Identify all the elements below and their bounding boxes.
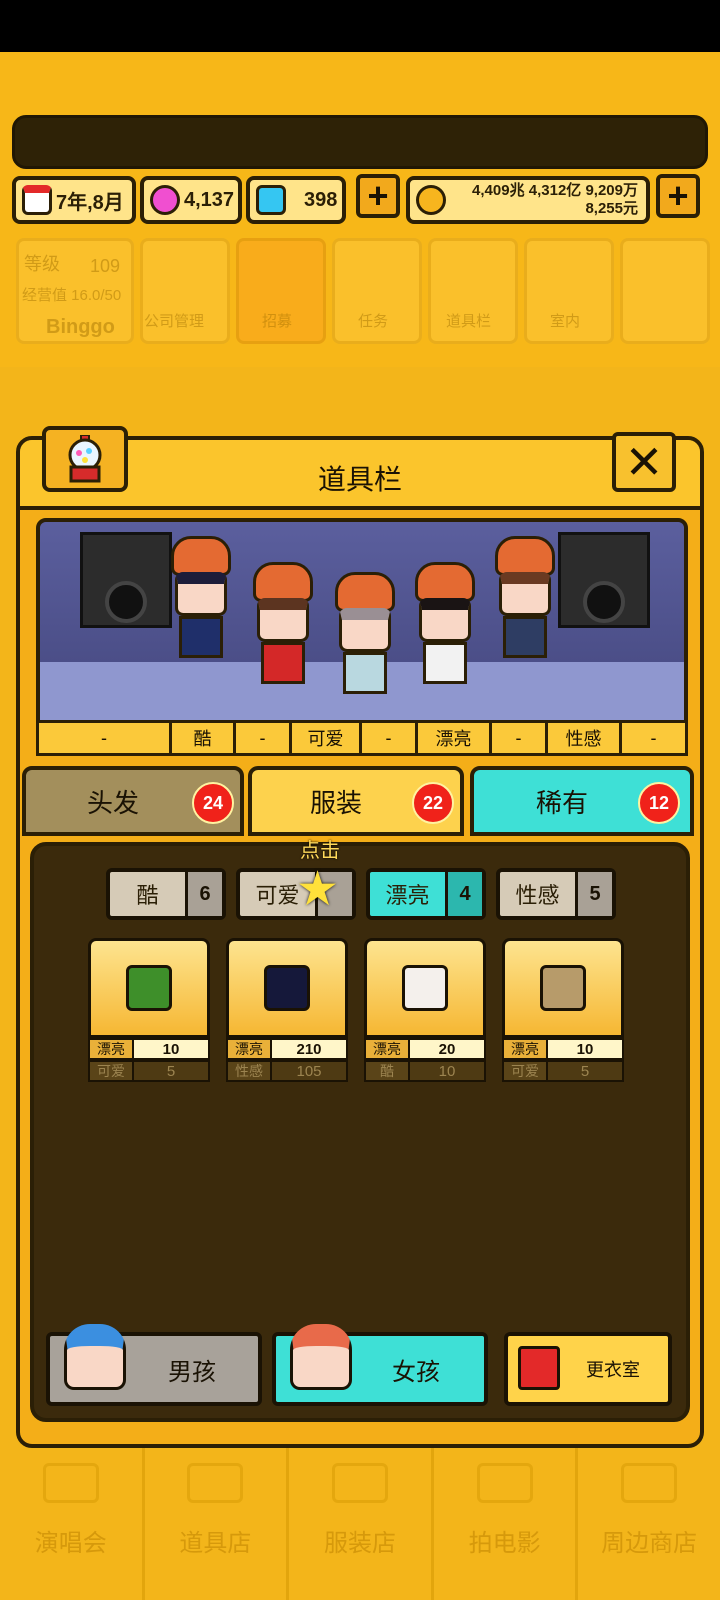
blue-gem-icon <box>256 185 286 215</box>
menu-company-label: 公司管理 <box>144 313 205 330</box>
player-name: Binggo <box>46 316 115 338</box>
concert-icon <box>42 1463 99 1503</box>
date-display: 7年,8月 <box>12 176 136 224</box>
close-button[interactable]: ✕ <box>612 432 676 492</box>
stage-stats-row: - 酷 - 可爱 - 漂亮 - 性感 - <box>36 720 688 756</box>
camera-icon <box>476 1463 533 1503</box>
menu-inventory-label: 道具栏 <box>446 313 492 330</box>
pink-gem-icon <box>150 185 180 215</box>
level-value: 109 <box>90 256 121 276</box>
tab-rare[interactable]: 稀有 12 <box>470 766 694 836</box>
stat-cell: 漂亮 <box>418 720 492 756</box>
calendar-icon <box>22 185 52 215</box>
clothing-shop-icon <box>331 1463 388 1503</box>
idol-4[interactable] <box>410 562 480 684</box>
mail-icon[interactable] <box>620 238 710 344</box>
money-display: 4,409兆 4,312亿 9,209万 8,255元 <box>406 176 650 224</box>
date-text: 7年,8月 <box>56 191 124 214</box>
stat-cell: 酷 <box>172 720 236 756</box>
tab-hair[interactable]: 头发 24 <box>22 766 244 836</box>
menu-interior-label: 室内 <box>550 313 581 330</box>
menu-tasks-label: 任务 <box>358 313 389 330</box>
pink-gem-count: 4,137 <box>184 188 235 211</box>
status-bar <box>0 0 720 52</box>
money-line2: 8,255元 <box>585 200 638 217</box>
stat-cell: - <box>236 720 292 756</box>
filter-pretty[interactable]: 漂亮 4 <box>366 868 486 920</box>
girl-face-icon <box>290 1324 352 1390</box>
gacha-machine-icon <box>68 435 102 483</box>
clothing-item[interactable]: 漂亮 10 可爱 5 <box>502 938 624 1082</box>
dressing-room-button[interactable]: 更衣室 <box>504 1332 672 1406</box>
nav-concert[interactable]: 演唱会 <box>0 1440 145 1600</box>
menu-recruit-label: 招募 <box>262 313 293 330</box>
blue-gem-display: 398 <box>246 176 346 224</box>
clothing-item[interactable]: 漂亮 20 酷 10 <box>364 938 486 1082</box>
stage-preview <box>36 518 688 740</box>
blue-gem-count: 398 <box>304 188 338 211</box>
bottom-nav: 演唱会 道具店 服装店 拍电影 周边商店 <box>0 1440 720 1600</box>
rare-count-badge: 12 <box>638 782 680 824</box>
stat-cell: - <box>36 720 172 756</box>
coin-icon <box>416 185 446 215</box>
gacha-button[interactable] <box>42 426 128 492</box>
money-line1: 4,409兆 4,312亿 9,209万 <box>472 182 638 199</box>
right-speaker <box>558 532 650 628</box>
beige-outfit-icon <box>540 965 586 1011</box>
boy-button[interactable]: 男孩 <box>46 1324 262 1406</box>
clothing-count-badge: 22 <box>412 782 454 824</box>
idol-2[interactable] <box>248 562 318 684</box>
company-name-bar <box>12 115 708 169</box>
left-speaker <box>80 532 172 628</box>
items-panel: 酷 6 可爱 点击 ★ 漂亮 4 性感 5 漂亮 10 可爱 5 漂亮 210 性感 1… <box>30 840 690 1422</box>
idol-1[interactable] <box>166 536 236 658</box>
tab-clothing[interactable]: 服装 22 <box>248 766 464 836</box>
exp-label: 经营值 16.0/50 <box>22 287 122 304</box>
merch-icon <box>621 1463 678 1503</box>
nav-item-shop[interactable]: 道具店 <box>145 1440 290 1600</box>
nav-merch-shop[interactable]: 周边商店 <box>578 1440 720 1600</box>
clothing-item[interactable]: 漂亮 210 性感 105 <box>226 938 348 1082</box>
filter-sexy[interactable]: 性感 5 <box>496 868 616 920</box>
hair-count-badge: 24 <box>192 782 234 824</box>
stat-cell: - <box>622 720 688 756</box>
level-label: 等级 <box>24 254 60 274</box>
tap-hint: 点击 <box>300 840 340 862</box>
inventory-dialog: 道具栏 ✕ - 酷 - 可爱 - 漂亮 - 性感 - 头发 24 服装 22 稀… <box>16 426 704 1448</box>
clothing-item[interactable]: 漂亮 10 可爱 5 <box>88 938 210 1082</box>
green-outfit-icon <box>126 965 172 1011</box>
stat-cell: - <box>362 720 418 756</box>
shirt-icon <box>518 1346 560 1390</box>
star-icon: ★ <box>296 863 340 916</box>
stat-cell: - <box>492 720 548 756</box>
stat-cell: 性感 <box>548 720 622 756</box>
nav-movie[interactable]: 拍电影 <box>434 1440 579 1600</box>
item-shop-icon <box>187 1463 244 1503</box>
girl-button[interactable]: 女孩 <box>272 1324 488 1406</box>
stat-cell: 可爱 <box>292 720 362 756</box>
white-outfit-icon <box>402 965 448 1011</box>
add-gems-button[interactable]: + <box>356 174 400 218</box>
boy-face-icon <box>64 1324 126 1390</box>
add-money-button[interactable]: + <box>656 174 700 218</box>
filter-cool[interactable]: 酷 6 <box>106 868 226 920</box>
idol-3[interactable] <box>330 572 400 694</box>
idol-5[interactable] <box>490 536 560 658</box>
navy-outfit-icon <box>264 965 310 1011</box>
pink-gem-display: 4,137 <box>140 176 242 224</box>
nav-clothing-shop[interactable]: 服装店 <box>289 1440 434 1600</box>
